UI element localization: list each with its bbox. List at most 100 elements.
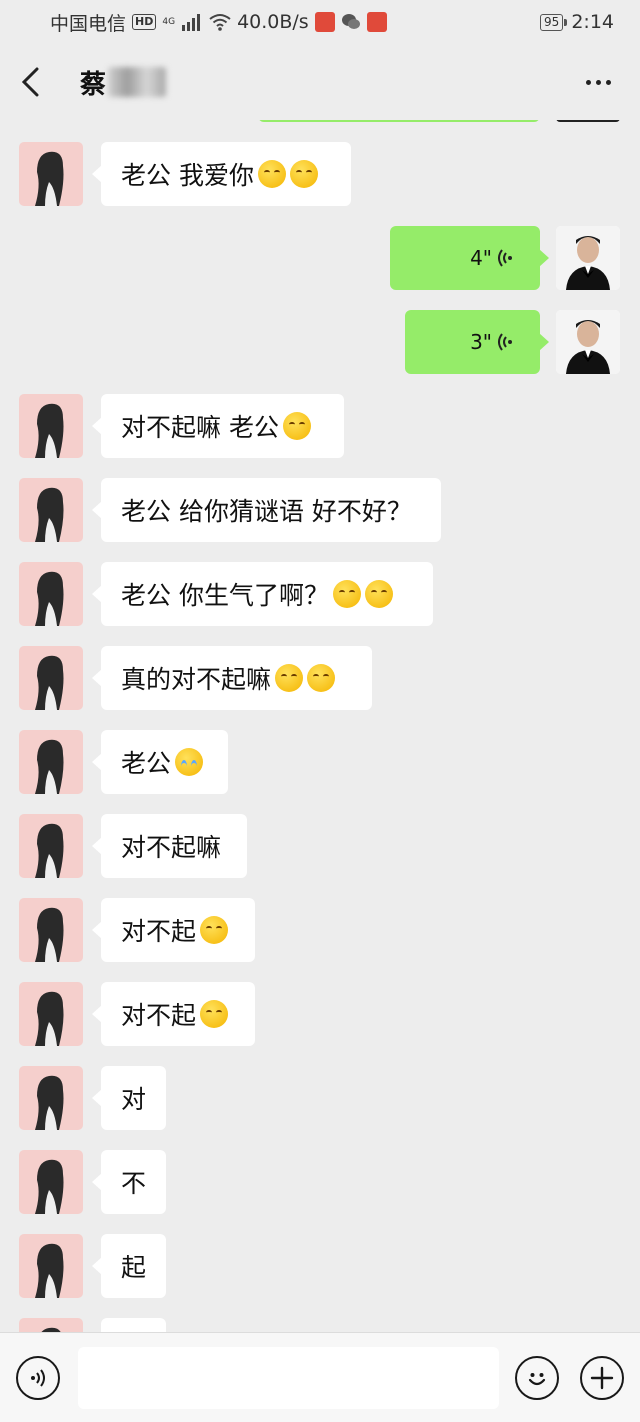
contact-avatar[interactable] — [19, 142, 83, 206]
incoming-bubble[interactable]: 不 — [92, 1150, 166, 1214]
message-text: 对不起 — [121, 917, 197, 946]
girl-silhouette-icon — [35, 1159, 64, 1214]
message-text: 老公 给你猜谜语 好不好？ — [121, 497, 412, 526]
contact-avatar[interactable] — [19, 730, 83, 794]
more-dots-icon — [585, 79, 591, 85]
girl-silhouette-icon — [35, 151, 64, 206]
incoming-bubble[interactable]: 老公 给你猜谜语 好不好？ — [92, 478, 441, 542]
emoji-button[interactable] — [515, 1356, 559, 1400]
contact-avatar[interactable] — [19, 478, 83, 542]
pleading-emoji-icon — [200, 916, 229, 944]
incoming-bubble[interactable]: 老公 你生气了啊？ — [92, 562, 433, 626]
wechat-notification-icon — [341, 14, 360, 29]
status-right: 95 2:14 — [540, 11, 614, 33]
status-left: 中国电信 HD 4G 40.0B/s — [50, 9, 387, 36]
girl-silhouette-icon — [35, 991, 64, 1046]
message-text: 老公 — [121, 749, 172, 778]
contact-avatar[interactable] — [19, 1150, 83, 1214]
contact-name-text: 蔡 — [80, 69, 107, 100]
voice-message-bubble[interactable]: 4" — [390, 226, 549, 290]
crying-emoji-icon — [175, 748, 204, 776]
message-input[interactable] — [78, 1347, 499, 1409]
man-portrait-icon — [556, 310, 620, 374]
app-notification-icon — [314, 12, 335, 32]
voice-duration: 3" — [470, 330, 492, 354]
incoming-bubble[interactable]: 对不起嘛 老公 — [92, 394, 344, 458]
pleading-emoji-icon — [307, 664, 336, 692]
contact-name: 蔡 — [80, 64, 167, 101]
girl-silhouette-icon — [35, 655, 64, 710]
carrier-name: 中国电信 — [50, 12, 127, 35]
chevron-left-icon — [21, 67, 39, 97]
man-portrait-icon — [556, 226, 620, 290]
voice-duration: 4" — [470, 246, 492, 270]
girl-silhouette-icon — [35, 1243, 64, 1298]
kiss-emoji-icon — [289, 160, 318, 188]
incoming-bubble[interactable]: 老公 我爱你 — [92, 142, 351, 206]
voice-mode-button[interactable] — [16, 1356, 60, 1400]
incoming-bubble[interactable] — [101, 1318, 166, 1332]
message-text: 起 — [121, 1253, 147, 1282]
voice-mode-icon — [31, 1369, 45, 1387]
contact-avatar[interactable] — [19, 982, 83, 1046]
message-text: 真的对不起嘛 — [121, 665, 272, 694]
voice-wave-icon — [498, 333, 512, 351]
pleading-emoji-icon — [364, 580, 393, 608]
status-bar: 中国电信 HD 4G 40.0B/s 95 2:14 — [0, 0, 640, 44]
contact-avatar[interactable] — [19, 898, 83, 962]
girl-silhouette-icon — [35, 487, 64, 542]
contact-avatar[interactable] — [19, 1234, 83, 1298]
kiss-emoji-icon — [257, 160, 286, 188]
partial-my-avatar — [556, 120, 620, 122]
pleading-emoji-icon — [282, 412, 311, 440]
back-button[interactable] — [20, 57, 60, 107]
contact-avatar[interactable] — [19, 1066, 83, 1130]
incoming-bubble[interactable]: 对不起 — [92, 898, 255, 962]
blurred-name-mask — [108, 67, 167, 97]
contact-avatar[interactable] — [19, 394, 83, 458]
message-text: 对不起 — [121, 1001, 197, 1030]
message-text: 老公 你生气了啊？ — [121, 581, 329, 610]
hd-badge: HD — [132, 14, 157, 30]
message-text: 对 — [121, 1085, 147, 1114]
message-list[interactable]: 老公 我爱你 4" 3" 对不起嘛 老公 老公 给你猜谜语 好不好？ 老公 你生… — [0, 120, 640, 1332]
girl-silhouette-icon — [35, 739, 64, 794]
network-speed: 40.0B/s — [237, 11, 309, 33]
contact-avatar[interactable] — [19, 562, 83, 626]
girl-silhouette-icon — [41, 1327, 61, 1332]
battery-indicator: 95 — [540, 13, 568, 31]
message-text: 对不起嘛 老公 — [121, 413, 279, 442]
partial-outgoing-bubble — [258, 120, 540, 122]
incoming-bubble[interactable]: 起 — [92, 1234, 166, 1298]
incoming-bubble[interactable]: 对不起嘛 — [92, 814, 247, 878]
incoming-bubble[interactable]: 对 — [92, 1066, 166, 1130]
pleading-emoji-icon — [275, 664, 304, 692]
my-avatar[interactable] — [556, 226, 620, 290]
incoming-bubble[interactable]: 真的对不起嘛 — [92, 646, 372, 710]
clock: 2:14 — [571, 11, 614, 33]
incoming-bubble[interactable]: 老公 — [92, 730, 228, 794]
girl-silhouette-icon — [35, 571, 64, 626]
input-bar — [0, 1332, 640, 1422]
voice-message-bubble[interactable]: 3" — [405, 310, 549, 374]
pleading-emoji-icon — [332, 580, 361, 608]
wifi-icon — [209, 14, 231, 31]
contact-avatar[interactable] — [19, 814, 83, 878]
girl-silhouette-icon — [35, 907, 64, 962]
more-options-button[interactable] — [576, 62, 620, 102]
signal-icon — [182, 14, 201, 31]
chat-header: 蔡 — [0, 44, 640, 120]
voice-wave-icon — [498, 249, 512, 267]
pleading-emoji-icon — [200, 1000, 229, 1028]
network-type: 4G — [162, 16, 176, 27]
girl-silhouette-icon — [35, 823, 64, 878]
incoming-bubble[interactable]: 对不起 — [92, 982, 255, 1046]
message-text: 不 — [121, 1169, 147, 1198]
contact-avatar[interactable] — [19, 646, 83, 710]
girl-silhouette-icon — [35, 403, 64, 458]
my-avatar[interactable] — [556, 310, 620, 374]
app-notification-icon — [366, 12, 387, 32]
message-text: 对不起嘛 — [121, 833, 222, 862]
contact-avatar[interactable] — [19, 1318, 83, 1332]
more-functions-button[interactable] — [580, 1356, 624, 1400]
